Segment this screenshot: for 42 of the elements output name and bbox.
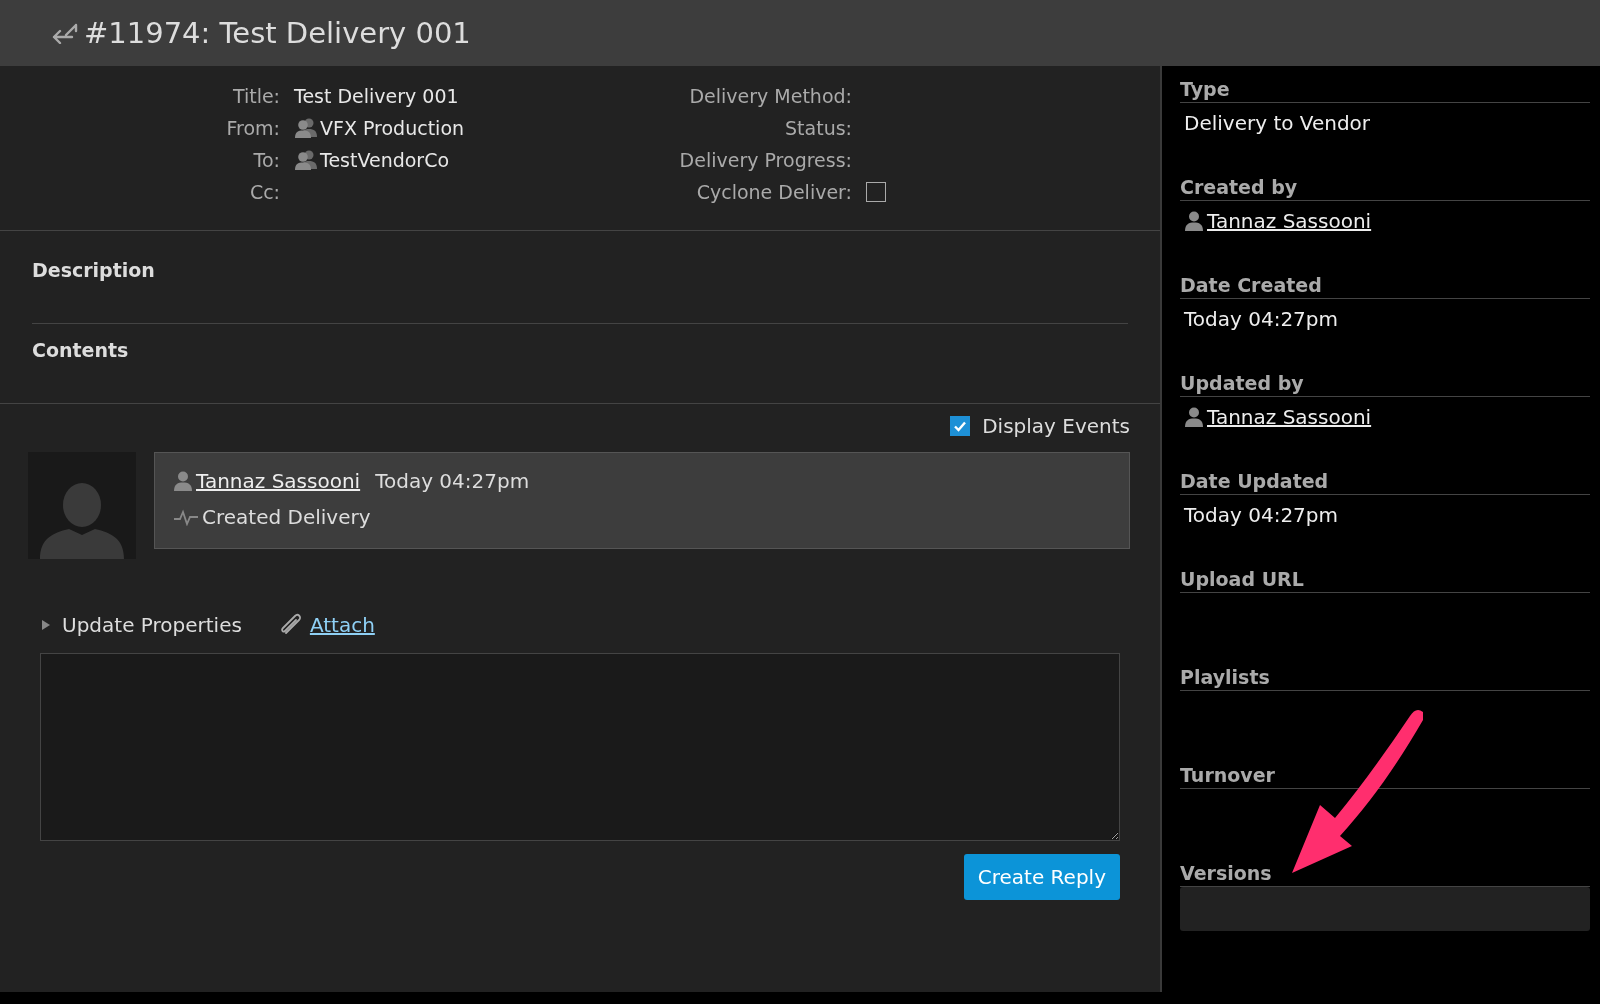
user-link[interactable]: Tannaz Sassooni xyxy=(1207,405,1372,429)
field-label: Status: xyxy=(785,117,852,139)
sidebar-heading: Playlists xyxy=(1180,664,1590,691)
pulse-icon xyxy=(173,508,199,526)
section-heading: Contents xyxy=(32,339,129,361)
reply-text-field[interactable] xyxy=(40,653,1120,841)
field-value: TestVendorCo xyxy=(320,149,450,171)
person-icon xyxy=(173,470,193,492)
sidebar-heading: Upload URL xyxy=(1180,566,1590,593)
people-icon xyxy=(294,117,318,139)
sidebar-heading: Updated by xyxy=(1180,370,1590,397)
update-properties-toggle[interactable]: Update Properties xyxy=(40,613,242,637)
field-label: Title: xyxy=(232,85,280,107)
field-label: From: xyxy=(226,117,280,139)
sidebar-value: Today 04:27pm xyxy=(1184,503,1338,527)
checkbox[interactable] xyxy=(866,182,886,202)
person-icon xyxy=(1184,210,1204,232)
sidebar-heading: Date Created xyxy=(1180,272,1590,299)
checkbox[interactable] xyxy=(950,416,971,436)
page-title: #11974: Test Delivery 001 xyxy=(84,16,471,50)
sidebar-heading: Created by xyxy=(1180,174,1590,201)
user-link[interactable]: Tannaz Sassooni xyxy=(1207,209,1372,233)
people-icon xyxy=(294,149,318,171)
section-heading: Description xyxy=(32,259,155,281)
field-label: Cyclone Deliver: xyxy=(696,181,852,203)
field-label: Delivery Progress: xyxy=(679,149,852,171)
user-link[interactable]: Tannaz Sassooni xyxy=(196,469,361,493)
sidebar-value: Delivery to Vendor xyxy=(1184,111,1371,135)
sidebar-value: Today 04:27pm xyxy=(1184,307,1338,331)
field-label: Delivery Method: xyxy=(689,85,852,107)
checkbox-label: Display Events xyxy=(982,414,1130,438)
attach-link[interactable]: Attach xyxy=(309,613,375,637)
reply-arrow-icon xyxy=(52,22,78,44)
field-label: Cc: xyxy=(249,181,280,203)
event-action: Created Delivery xyxy=(202,505,371,529)
event-time: Today 04:27pm xyxy=(375,469,530,493)
field-value: VFX Production xyxy=(320,117,465,139)
sidebar-heading: Date Updated xyxy=(1180,468,1590,495)
field-value: Test Delivery 001 xyxy=(294,85,459,107)
field-label: To: xyxy=(253,149,280,171)
sidebar-heading: Type xyxy=(1180,76,1590,103)
person-icon xyxy=(1184,406,1204,428)
